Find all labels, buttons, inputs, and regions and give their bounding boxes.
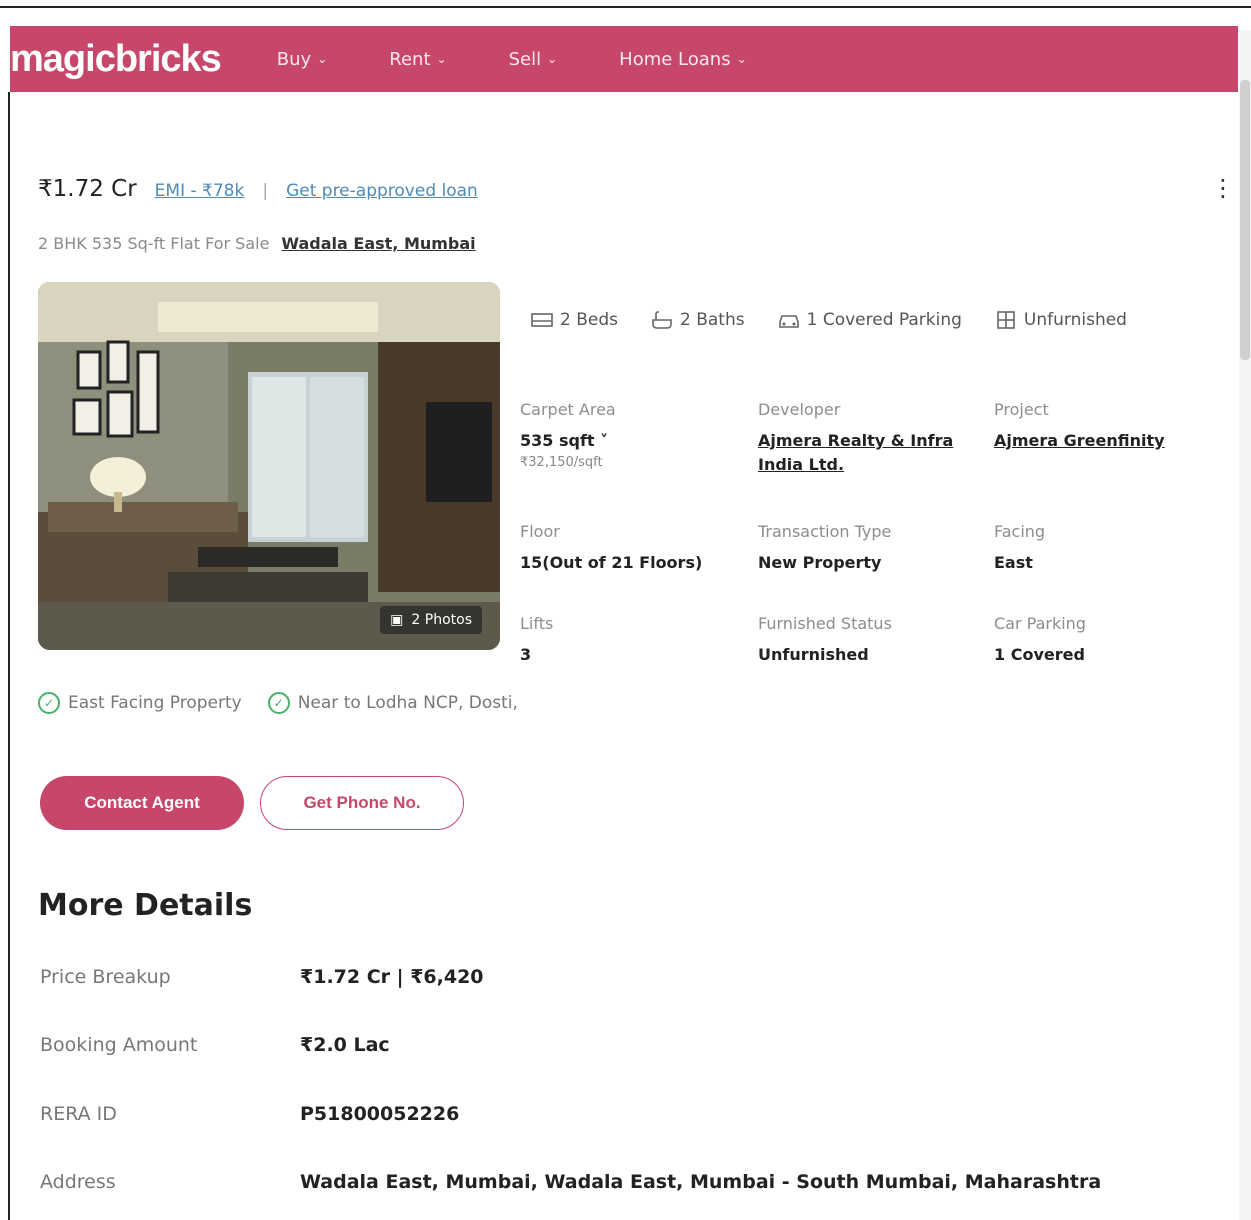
floor-cell: Floor 15(Out of 21 Floors) [520,522,750,575]
amenity-furnishing: Unfurnished [994,310,1127,330]
car-icon [778,315,799,328]
furnished-cell: Furnished Status Unfurnished [758,614,988,667]
nav-sell[interactable]: Sell ⌄ [509,49,558,70]
nav-rent-label: Rent [389,48,431,70]
furnished-label: Furnished Status [758,614,892,633]
project-link[interactable]: Ajmera Greenfinity [994,429,1224,453]
furnished-value: Unfurnished [758,645,869,664]
nav-home-loans-label: Home Loans [619,48,731,70]
property-photo[interactable]: ▣ 2 Photos [38,282,500,650]
bath-icon [652,311,672,329]
more-options-icon[interactable]: ⋮ [1211,176,1235,200]
amenity-parking: 1 Covered Parking [777,310,962,330]
booking-amount-value: ₹2.0 Lac [300,1034,390,1056]
booking-amount-label: Booking Amount [40,1034,198,1056]
address-row: Address Wadala East, Mumbai, Wadala East… [40,1171,1101,1193]
chevron-down-icon: ⌄ [317,52,328,66]
floor-label: Floor [520,522,560,541]
furnish-icon [997,311,1015,329]
car-parking-label: Car Parking [994,614,1086,633]
price-breakup-value: ₹1.72 Cr | ₹6,420 [300,966,484,988]
highlight-item: ✓ East Facing Property [38,692,242,714]
lifts-value: 3 [520,645,532,664]
highlight-item: ✓ Near to Lodha NCP, Dosti, [267,692,518,714]
price-breakup-label: Price Breakup [40,966,171,988]
transaction-label: Transaction Type [758,522,892,541]
developer-label: Developer [758,400,841,419]
nav-buy-label: Buy [276,48,312,70]
lifts-label: Lifts [520,614,554,633]
carpet-area-label: Carpet Area [520,400,616,419]
more-details-heading: More Details [38,888,253,923]
developer-link[interactable]: Ajmera Realty & Infra India Ltd. [758,429,988,477]
lifts-cell: Lifts 3 [520,614,750,667]
amenity-baths-label: 2 Baths [680,310,745,330]
carpet-area-cell: Carpet Area 535 sqft ˅ ₹32,150/sqft [520,400,750,470]
amenity-baths: 2 Baths [650,310,745,330]
project-label: Project [994,400,1049,419]
rera-id-label: RERA ID [40,1103,117,1125]
window-left-border [8,92,10,1220]
gallery-icon: ▣ [390,612,404,628]
price-breakup-row: Price Breakup ₹1.72 Cr | ₹6,420 [40,966,484,988]
carpet-area-value[interactable]: 535 sqft ˅ [520,429,750,453]
chevron-down-icon: ⌄ [736,52,747,66]
check-circle-icon: ✓ [38,692,60,714]
transaction-value: New Property [758,553,882,572]
nav-buy[interactable]: Buy ⌄ [277,49,327,70]
listing-location-link[interactable]: Wadala East, Mumbai [281,234,475,253]
nav-rent[interactable]: Rent ⌄ [389,49,446,70]
price-per-sqft: ₹32,150/sqft [520,455,603,470]
facing-cell: Facing East [994,522,1224,575]
nav-home-loans[interactable]: Home Loans ⌄ [619,49,746,70]
address-value: Wadala East, Mumbai, Wadala East, Mumbai… [300,1171,1102,1193]
chevron-down-icon: ⌄ [547,52,558,66]
facing-value: East [994,553,1033,572]
price-separator: | [262,181,269,201]
site-header: magicbricks Buy ⌄ Rent ⌄ Sell ⌄ Home Loa… [10,26,1238,92]
nav-sell-label: Sell [508,48,542,70]
magicbricks-logo[interactable]: magicbricks [10,40,222,78]
address-label: Address [40,1171,116,1193]
listing-price: ₹1.72 Cr [38,176,137,202]
emi-link[interactable]: EMI - ₹78k [155,181,245,201]
living-room-image [38,282,500,650]
facing-label: Facing [994,522,1046,541]
booking-amount-row: Booking Amount ₹2.0 Lac [40,1034,390,1056]
highlight-label: East Facing Property [68,693,242,713]
car-parking-value: 1 Covered [994,645,1085,664]
photo-count-badge[interactable]: ▣ 2 Photos [380,606,482,634]
highlight-label: Near to Lodha NCP, Dosti, [297,693,518,713]
amenity-furnishing-label: Unfurnished [1023,310,1127,330]
rera-id-value: P51800052226 [300,1103,460,1125]
project-cell: Project Ajmera Greenfinity [994,400,1224,453]
window-top-border [0,0,1251,8]
floor-value: 15(Out of 21 Floors) [520,553,703,572]
amenity-parking-label: 1 Covered Parking [806,310,962,330]
developer-cell: Developer Ajmera Realty & Infra India Lt… [758,400,988,477]
amenity-row: 2 Beds 2 Baths 1 Covered Parking Unfurni… [530,310,1127,330]
chevron-down-icon: ⌄ [436,52,447,66]
listing-subtitle: 2 BHK 535 Sq-ft Flat For Sale Wadala Eas… [38,234,476,253]
transaction-cell: Transaction Type New Property [758,522,988,575]
car-parking-cell: Car Parking 1 Covered [994,614,1224,667]
listing-type: 2 BHK 535 Sq-ft Flat For Sale [38,234,270,253]
amenity-beds-label: 2 Beds [560,310,618,330]
bed-icon [531,313,553,327]
scrollbar[interactable] [1239,30,1251,1220]
contact-agent-button[interactable]: Contact Agent [40,776,244,830]
check-circle-icon: ✓ [267,692,290,714]
pre-approved-loan-link[interactable]: Get pre-approved loan [286,181,478,201]
property-highlights: ✓ East Facing Property ✓ Near to Lodha N… [38,692,518,714]
amenity-beds: 2 Beds [530,310,618,330]
scrollbar-thumb[interactable] [1240,80,1250,360]
rera-id-row: RERA ID P51800052226 [40,1103,459,1125]
get-phone-number-button[interactable]: Get Phone No. [260,776,464,830]
photo-count-label: 2 Photos [411,612,472,628]
price-row: ₹1.72 Cr EMI - ₹78k | Get pre-approved l… [38,176,478,202]
